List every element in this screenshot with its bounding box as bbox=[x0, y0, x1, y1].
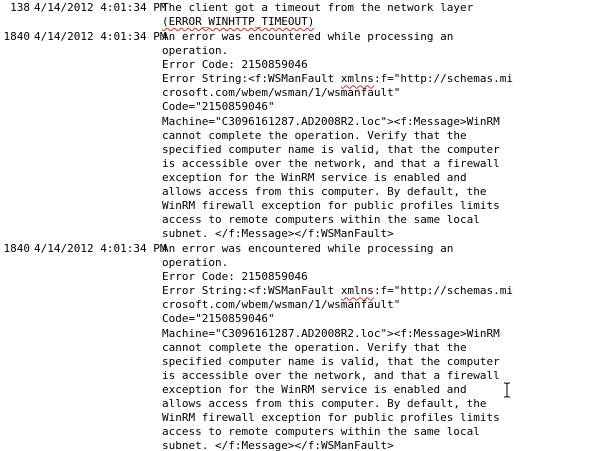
log-entry: 1840 4/14/2012 4:01:34 PM An error was e… bbox=[0, 30, 593, 242]
log-message-text: cannot complete the operation. Verify th… bbox=[162, 340, 467, 354]
log-entry-id: 138 bbox=[10, 1, 30, 14]
log-message-text: Machine="C3096161287.AD2008R2.loc"><f:Me… bbox=[162, 326, 500, 340]
log-message-line: WinRM firewall exception for public prof… bbox=[162, 411, 500, 425]
log-entry-id: 1840 bbox=[3, 242, 31, 255]
log-message-line: subnet. </f:Message></f:WSManFault> bbox=[162, 439, 492, 451]
log-entry: 1840 4/14/2012 4:01:34 PM An error was e… bbox=[0, 242, 593, 451]
spellcheck-flagged-word: xmlns bbox=[340, 72, 374, 86]
log-message-text: allows access from this computer. By def… bbox=[162, 397, 487, 411]
log-message-text: Error String:<f:WSManFault bbox=[162, 72, 341, 86]
log-message-line: operation. bbox=[162, 256, 492, 270]
log-message-text: crosoft.com/wbem/wsman/1/wsmanfault" bbox=[162, 298, 401, 312]
log-message-line: allows access from this computer. By def… bbox=[162, 397, 492, 411]
log-message-text: WinRM firewall exception for public prof… bbox=[162, 199, 500, 213]
log-message-line: Error Code: 2150859046 bbox=[162, 58, 492, 72]
log-message-text: :f="http://schemas.mi bbox=[373, 72, 514, 86]
log-entry-message[interactable]: The client got a timeout from the networ… bbox=[162, 1, 492, 29]
log-message-text: exception for the WinRM service is enabl… bbox=[162, 170, 467, 184]
spellcheck-flagged-word: (ERROR_WINHTTP_TIMEOUT) bbox=[162, 15, 315, 29]
log-entry-timestamp: 4/14/2012 4:01:34 PM bbox=[34, 30, 167, 43]
log-message-text: allows access from this computer. By def… bbox=[162, 185, 487, 199]
log-message-line: Error String:<f:WSManFault xmlns:f="http… bbox=[162, 72, 513, 86]
log-message-line: cannot complete the operation. Verify th… bbox=[162, 129, 492, 143]
log-message-line: Error String:<f:WSManFault xmlns:f="http… bbox=[162, 284, 513, 298]
log-message-text: Code="2150859046" bbox=[162, 100, 275, 114]
log-message-text: WinRM firewall exception for public prof… bbox=[162, 411, 500, 425]
log-message-line: An error was encountered while processin… bbox=[162, 242, 492, 256]
log-message-line: specified computer name is valid, that t… bbox=[162, 143, 500, 157]
log-message-line: specified computer name is valid, that t… bbox=[162, 355, 500, 369]
log-message-text: Error Code: 2150859046 bbox=[162, 58, 308, 72]
log-message-text: The client got a timeout from the networ… bbox=[162, 1, 474, 14]
log-message-text: Error Code: 2150859046 bbox=[162, 270, 308, 284]
log-message-line: (ERROR_WINHTTP_TIMEOUT) bbox=[162, 15, 492, 29]
log-message-text: is accessible over the network, and that… bbox=[162, 156, 500, 170]
log-message-text: operation. bbox=[162, 44, 229, 58]
log-message-text: access to remote computers within the sa… bbox=[162, 213, 480, 227]
log-message-text: cannot complete the operation. Verify th… bbox=[162, 128, 467, 142]
log-message-line: exception for the WinRM service is enabl… bbox=[162, 383, 492, 397]
log-message-line: Error Code: 2150859046 bbox=[162, 270, 492, 284]
log-message-line: is accessible over the network, and that… bbox=[162, 369, 500, 383]
log-message-text: :f="http://schemas.mi bbox=[373, 284, 514, 298]
log-message-line: crosoft.com/wbem/wsman/1/wsmanfault" bbox=[162, 86, 492, 100]
log-message-text: is accessible over the network, and that… bbox=[162, 368, 500, 382]
log-entry-timestamp: 4/14/2012 4:01:34 PM bbox=[34, 1, 167, 14]
log-message-line: Code="2150859046" bbox=[162, 312, 492, 326]
log-message-line: subnet. </f:Message></f:WSManFault> bbox=[162, 227, 492, 241]
log-message-text: access to remote computers within the sa… bbox=[162, 425, 480, 439]
log-entry-id: 1840 bbox=[3, 30, 31, 43]
log-message-text: specified computer name is valid, that t… bbox=[162, 354, 500, 368]
log-message-line: The client got a timeout from the networ… bbox=[162, 1, 492, 15]
log-entry-timestamp: 4/14/2012 4:01:34 PM bbox=[34, 242, 167, 255]
log-message-line: Machine="C3096161287.AD2008R2.loc"><f:Me… bbox=[162, 115, 500, 129]
log-message-text: subnet. </f:Message></f:WSManFault> bbox=[162, 227, 394, 241]
log-message-text: subnet. </f:Message></f:WSManFault> bbox=[162, 439, 394, 451]
log-message-line: allows access from this computer. By def… bbox=[162, 185, 492, 199]
log-message-text: crosoft.com/wbem/wsman/1/wsmanfault" bbox=[162, 86, 401, 100]
log-message-line: cannot complete the operation. Verify th… bbox=[162, 341, 492, 355]
log-message-text: An error was encountered while processin… bbox=[162, 30, 454, 43]
log-message-line: crosoft.com/wbem/wsman/1/wsmanfault" bbox=[162, 298, 492, 312]
spellcheck-flagged-word: xmlns bbox=[340, 284, 374, 298]
log-message-line: access to remote computers within the sa… bbox=[162, 213, 492, 227]
log-message-line: WinRM firewall exception for public prof… bbox=[162, 199, 500, 213]
log-message-text: An error was encountered while processin… bbox=[162, 242, 454, 255]
log-message-text: Error String:<f:WSManFault bbox=[162, 284, 341, 298]
log-message-line: Machine="C3096161287.AD2008R2.loc"><f:Me… bbox=[162, 327, 500, 341]
log-message-line: Code="2150859046" bbox=[162, 100, 492, 114]
log-message-line: operation. bbox=[162, 44, 492, 58]
log-entry-message[interactable]: An error was encountered while processin… bbox=[162, 242, 513, 451]
log-entry: 138 4/14/2012 4:01:34 PM The client got … bbox=[0, 1, 593, 30]
log-message-line: exception for the WinRM service is enabl… bbox=[162, 171, 492, 185]
log-message-line: access to remote computers within the sa… bbox=[162, 425, 492, 439]
log-message-text: specified computer name is valid, that t… bbox=[162, 142, 500, 156]
log-message-text: Machine="C3096161287.AD2008R2.loc"><f:Me… bbox=[162, 114, 500, 128]
log-message-line: An error was encountered while processin… bbox=[162, 30, 492, 44]
log-message-text: Code="2150859046" bbox=[162, 312, 275, 326]
log-message-text: exception for the WinRM service is enabl… bbox=[162, 382, 467, 396]
text-cursor-icon bbox=[504, 382, 510, 398]
log-entry-message[interactable]: An error was encountered while processin… bbox=[162, 30, 513, 241]
log-message-line: is accessible over the network, and that… bbox=[162, 157, 500, 171]
log-message-text: operation. bbox=[162, 256, 229, 270]
